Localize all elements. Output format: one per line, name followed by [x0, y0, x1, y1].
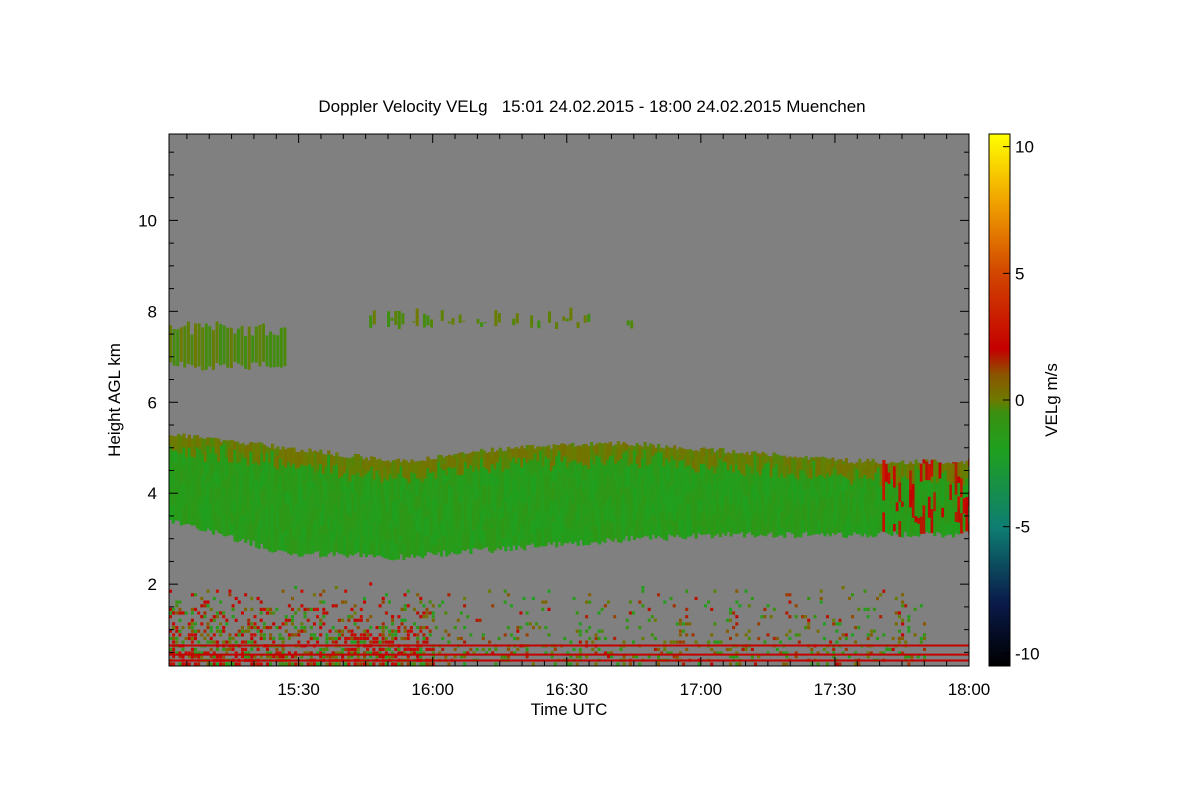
x-axis-label: Time UTC: [531, 700, 608, 719]
plot-background: [169, 134, 969, 666]
y-tick-label: 8: [148, 302, 157, 321]
y-axis-label: Height AGL km: [105, 343, 124, 457]
x-tick-label: 18:00: [948, 680, 991, 699]
y-tick-label: 2: [148, 575, 157, 594]
x-tick-label: 15:30: [277, 680, 320, 699]
colorbar-tick-label: 0: [1015, 391, 1024, 410]
colorbar-tick-label: 5: [1015, 264, 1024, 283]
x-tick-label: 17:00: [680, 680, 723, 699]
y-tick-label: 4: [148, 484, 157, 503]
x-tick-label: 16:30: [545, 680, 588, 699]
colorbar-tick-label: -10: [1015, 644, 1040, 663]
colorbar-label: VELg m/s: [1042, 363, 1061, 437]
colorbar-tick-label: 10: [1015, 138, 1034, 157]
x-tick-label: 16:00: [411, 680, 454, 699]
colorbar-tick-label: -5: [1015, 518, 1030, 537]
y-tick-label: 10: [138, 211, 157, 230]
y-tick-label: 6: [148, 393, 157, 412]
heatmap-chart: 15:30 16:00 16:30 17:00 17:30 18:00 2 4 6 8 10 Ti…: [105, 133, 1061, 719]
x-tick-label: 17:30: [814, 680, 857, 699]
